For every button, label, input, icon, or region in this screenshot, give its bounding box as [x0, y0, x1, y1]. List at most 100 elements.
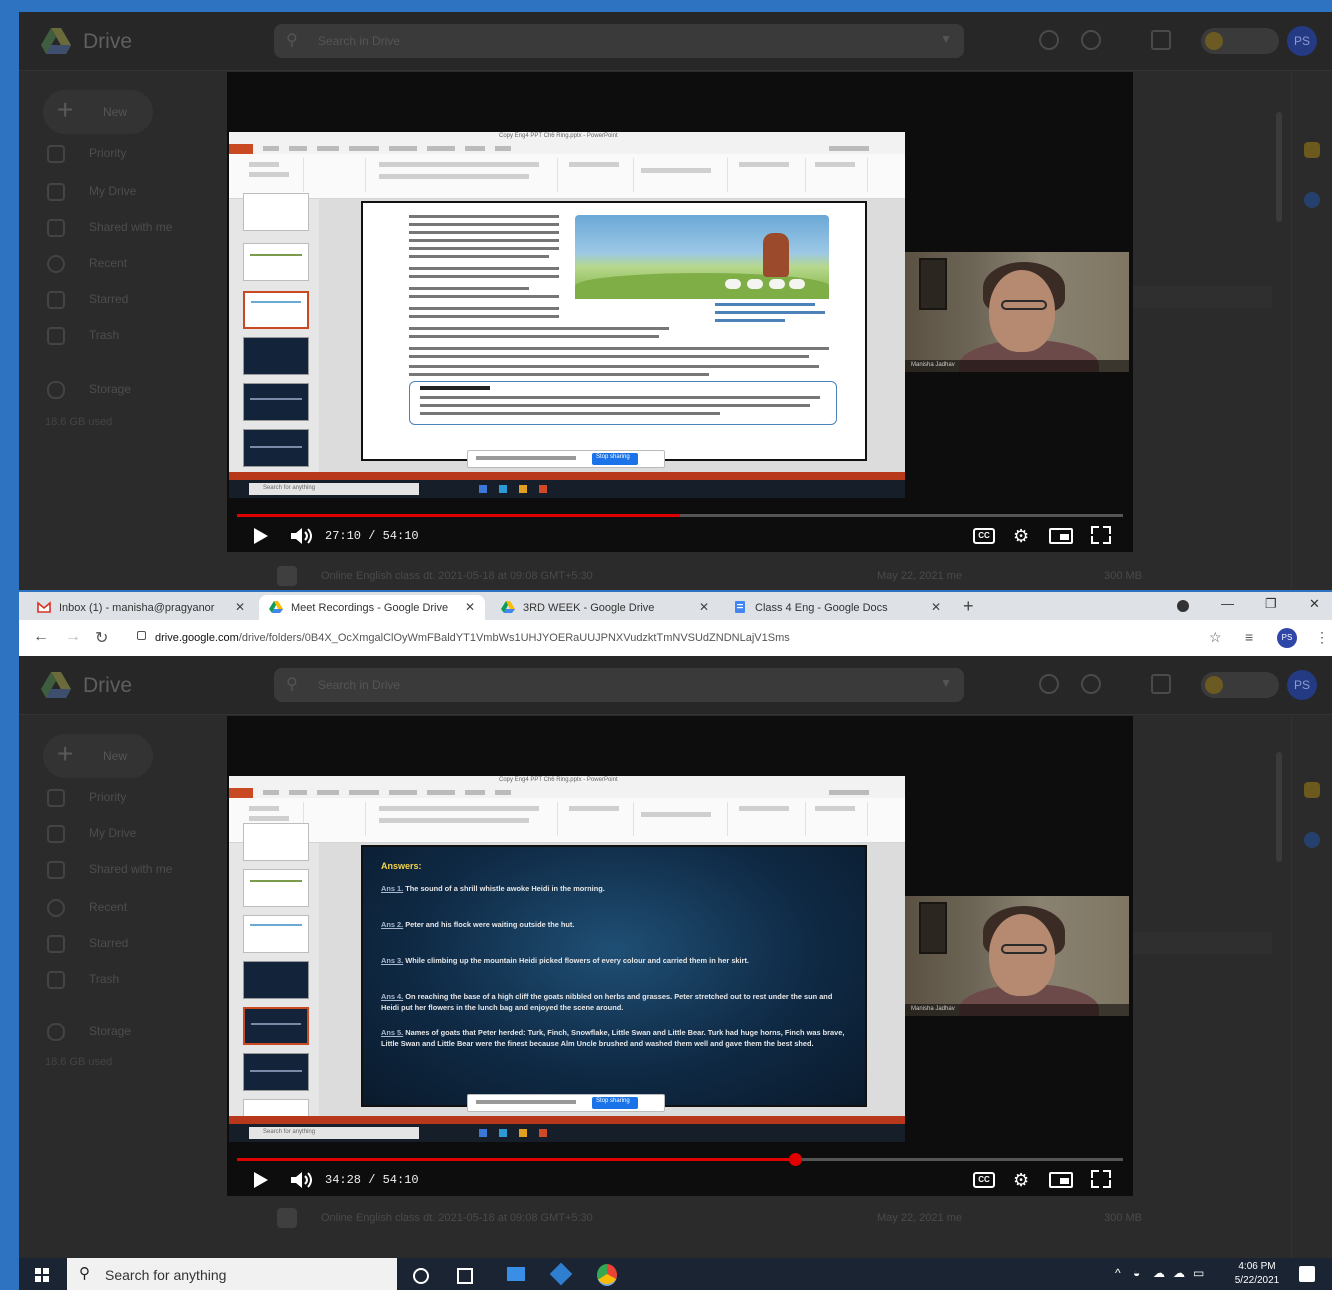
file-row[interactable]: Online English class dt. 2021-05-18 at 0… — [277, 1206, 1142, 1232]
keep-icon[interactable] — [1304, 782, 1320, 798]
slide-thumbnail — [243, 1053, 309, 1091]
network-icon[interactable]: ◒ — [1133, 1266, 1140, 1280]
tab-inbox[interactable]: Inbox (1) - manisha@pragyanor ✕ — [27, 595, 255, 620]
help-icon[interactable] — [1039, 674, 1059, 694]
miniplayer-icon[interactable] — [1049, 528, 1073, 544]
sidebar-item-trash[interactable]: Trash — [47, 968, 237, 992]
keep-icon[interactable] — [1304, 142, 1320, 158]
tab-3rd-week[interactable]: 3RD WEEK - Google Drive ✕ — [491, 595, 719, 620]
account-avatar[interactable]: PS — [1287, 26, 1317, 56]
answer-number: Ans 1. — [381, 884, 404, 893]
captions-icon[interactable]: CC — [973, 528, 995, 544]
progress-scrubber-handle[interactable] — [789, 1153, 803, 1166]
video-player[interactable]: Copy Eng4 PPT Ch6 Ring.pptx - PowerPoint — [227, 716, 1133, 1196]
tasks-icon[interactable] — [1304, 832, 1320, 848]
sidebar-item-starred[interactable]: Starred — [47, 932, 237, 956]
scrollbar[interactable] — [1276, 112, 1282, 222]
sidebar-item-my-drive[interactable]: My Drive — [47, 180, 237, 204]
volume-icon[interactable] — [289, 1168, 315, 1192]
video-player[interactable]: Copy Eng4 PPT Ch6 Ring.pptx - PowerPoint — [227, 72, 1133, 552]
back-button[interactable]: ← — [33, 628, 49, 646]
apps-grid-icon[interactable] — [1151, 674, 1171, 694]
media-control-icon[interactable]: ≡ — [1245, 629, 1253, 645]
profile-indicator-icon[interactable] — [1177, 600, 1189, 612]
sidebar-item-recent[interactable]: Recent — [47, 896, 237, 920]
file-name: Online English class dt. 2021-05-18 at 0… — [321, 570, 593, 582]
scrollbar[interactable] — [1276, 752, 1282, 862]
close-tab-icon[interactable]: ✕ — [699, 600, 709, 614]
play-button[interactable] — [251, 524, 271, 548]
tab-class-4-eng[interactable]: Class 4 Eng - Google Docs ✕ — [723, 595, 951, 620]
address-bar[interactable]: drive.google.com/drive/folders/0B4X_OcXm… — [127, 624, 1197, 652]
file-explorer-icon[interactable] — [507, 1267, 525, 1281]
volume-icon[interactable] — [289, 524, 315, 548]
settings-icon[interactable] — [1081, 674, 1101, 694]
drive-search-input[interactable]: ⚲ Search in Drive ▼ — [274, 24, 964, 58]
reload-button[interactable]: ↻ — [95, 628, 108, 648]
close-window-button[interactable]: ✕ — [1309, 596, 1320, 612]
bookmark-star-icon[interactable]: ☆ — [1209, 629, 1222, 646]
battery-icon[interactable]: ▭ — [1193, 1266, 1204, 1280]
new-button[interactable]: + New — [43, 90, 153, 134]
sidebar-label: My Drive — [89, 184, 137, 198]
onedrive-icon[interactable]: ☁ — [1173, 1266, 1185, 1280]
video-progress-bar[interactable] — [237, 1153, 1123, 1166]
sidebar-item-priority[interactable]: Priority — [47, 142, 237, 166]
file-size: 300 MB — [1104, 570, 1142, 582]
trash-icon — [47, 971, 65, 989]
miniplayer-icon[interactable] — [1049, 1172, 1073, 1188]
sidebar-item-shared[interactable]: Shared with me — [47, 216, 237, 240]
search-options-icon[interactable]: ▼ — [940, 32, 952, 46]
windows-start-icon[interactable] — [35, 1268, 49, 1282]
restore-button[interactable]: ❐ — [1265, 596, 1277, 612]
sidebar-item-storage[interactable]: Storage — [47, 378, 237, 402]
org-account-pill[interactable] — [1201, 28, 1279, 54]
account-avatar[interactable]: PS — [1287, 670, 1317, 700]
cortana-icon[interactable] — [413, 1268, 429, 1284]
minimize-button[interactable]: — — [1221, 596, 1234, 611]
gear-icon[interactable]: ⚙ — [1013, 1168, 1029, 1192]
tasks-icon[interactable] — [1304, 192, 1320, 208]
sidebar-item-my-drive[interactable]: My Drive — [47, 822, 237, 846]
app-icon[interactable] — [549, 1262, 573, 1286]
search-icon: ⚲ — [286, 32, 298, 49]
forward-button[interactable]: → — [65, 628, 81, 646]
fullscreen-icon[interactable] — [1091, 1170, 1111, 1188]
close-tab-icon[interactable]: ✕ — [235, 600, 245, 614]
captions-icon[interactable]: CC — [973, 1172, 995, 1188]
settings-icon[interactable] — [1081, 30, 1101, 50]
close-tab-icon[interactable]: ✕ — [931, 600, 941, 614]
profile-avatar[interactable]: PS — [1277, 628, 1297, 648]
sidebar-item-shared[interactable]: Shared with me — [47, 858, 237, 882]
notification-center-icon[interactable] — [1299, 1266, 1315, 1282]
apps-grid-icon[interactable] — [1151, 30, 1171, 50]
tray-chevron-icon[interactable]: ^ — [1115, 1266, 1121, 1280]
sidebar-item-trash[interactable]: Trash — [47, 324, 237, 348]
sidebar-item-priority[interactable]: Priority — [47, 786, 237, 810]
play-button[interactable] — [251, 1168, 271, 1192]
close-tab-icon[interactable]: ✕ — [465, 600, 475, 614]
top-screen: Drive ⚲ Search in Drive ▼ PS + New Prior… — [19, 12, 1332, 590]
cloud-sync-icon[interactable]: ☁ — [1153, 1266, 1165, 1280]
sidebar-item-storage[interactable]: Storage — [47, 1020, 237, 1044]
drive-search-input[interactable]: ⚲ Search in Drive ▼ — [274, 668, 964, 702]
file-row[interactable]: Online English class dt. 2021-05-18 at 0… — [277, 564, 1142, 590]
taskbar-search-box[interactable]: ⚲ Search for anything — [67, 1258, 397, 1290]
org-account-pill[interactable] — [1201, 672, 1279, 698]
clock-icon — [47, 255, 65, 273]
new-tab-button[interactable]: + — [963, 596, 974, 617]
system-clock[interactable]: 4:06 PM 5/22/2021 — [1233, 1260, 1281, 1288]
fullscreen-icon[interactable] — [1091, 526, 1111, 544]
star-icon — [47, 935, 65, 953]
help-icon[interactable] — [1039, 30, 1059, 50]
video-progress-bar[interactable] — [237, 514, 1123, 517]
chrome-icon[interactable] — [597, 1264, 617, 1286]
new-button[interactable]: + New — [43, 734, 153, 778]
search-options-icon[interactable]: ▼ — [940, 676, 952, 690]
sidebar-item-starred[interactable]: Starred — [47, 288, 237, 312]
task-view-icon[interactable] — [457, 1268, 473, 1284]
gear-icon[interactable]: ⚙ — [1013, 524, 1029, 548]
tab-meet-recordings[interactable]: Meet Recordings - Google Drive ✕ — [259, 595, 485, 620]
sidebar-item-recent[interactable]: Recent — [47, 252, 237, 276]
menu-kebab-icon[interactable]: ⋮ — [1315, 629, 1329, 646]
